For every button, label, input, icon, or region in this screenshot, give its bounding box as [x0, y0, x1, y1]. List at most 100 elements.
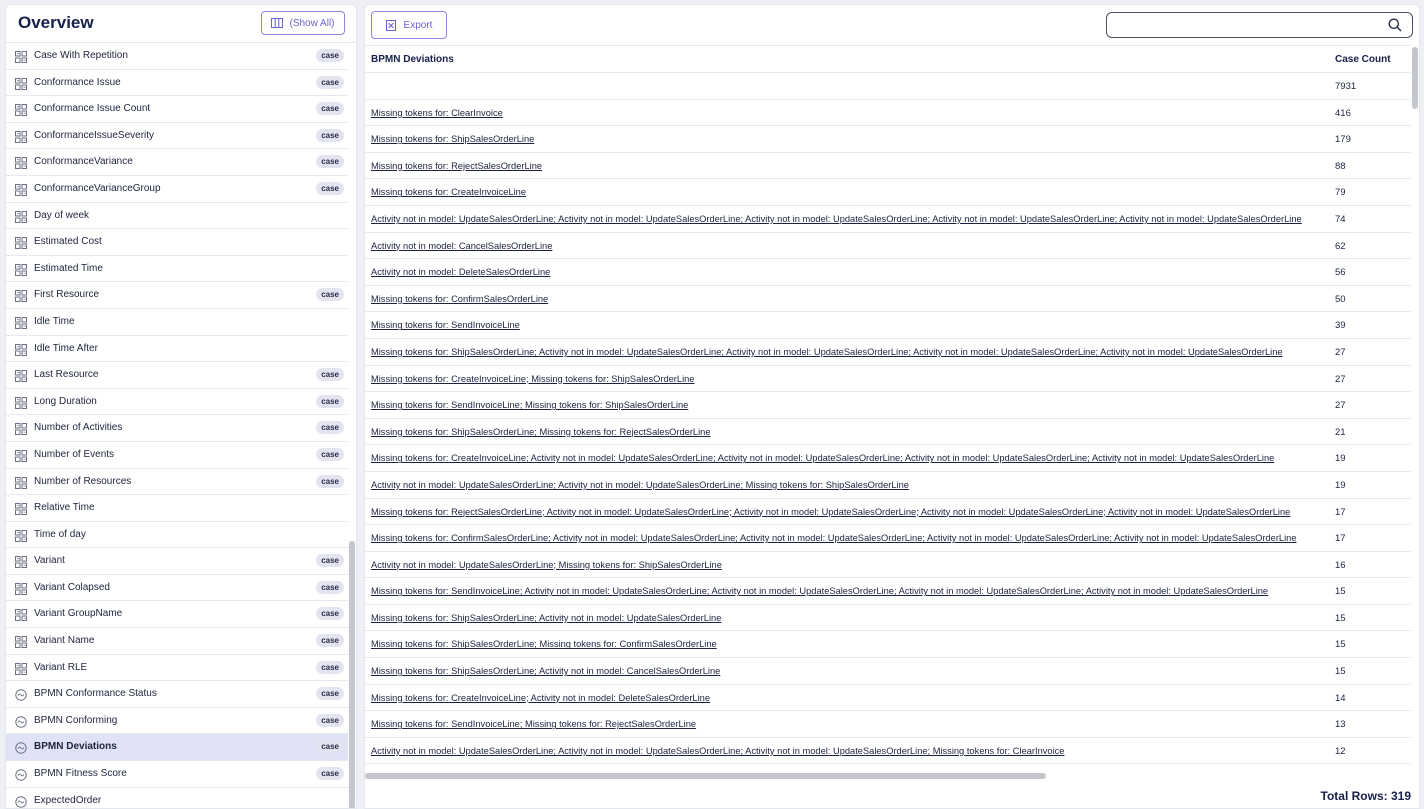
deviation-link[interactable]: Missing tokens for: CreateInvoiceLine; A…: [371, 693, 710, 703]
sidebar-item[interactable]: ConformanceVariance case: [6, 149, 348, 176]
table-row[interactable]: Missing tokens for: SendInvoiceLine; Mis…: [365, 711, 1411, 738]
table-row[interactable]: Activity not in model: UpdateSalesOrderL…: [365, 206, 1411, 233]
case-badge: case: [316, 767, 344, 781]
deviation-link[interactable]: Activity not in model: CancelSalesOrderL…: [371, 241, 552, 251]
deviation-link[interactable]: Missing tokens for: SendInvoiceLine: [371, 320, 520, 330]
sidebar-item[interactable]: ConformanceVarianceGroup case: [6, 176, 348, 203]
sidebar-item[interactable]: Day of week: [6, 203, 348, 230]
show-all-button[interactable]: (Show All): [261, 11, 345, 35]
table-row[interactable]: Missing tokens for: ShipSalesOrderLine; …: [365, 658, 1411, 685]
table-vertical-scrollbar[interactable]: [1412, 47, 1418, 109]
deviation-link[interactable]: Missing tokens for: ShipSalesOrderLine; …: [371, 666, 720, 676]
table-row[interactable]: Activity not in model: DeleteSalesOrderL…: [365, 259, 1411, 286]
deviation-link[interactable]: Missing tokens for: RejectSalesOrderLine: [371, 161, 542, 171]
deviation-link[interactable]: Missing tokens for: ConfirmSalesOrderLin…: [371, 294, 548, 304]
table-row[interactable]: Missing tokens for: ShipSalesOrderLine; …: [365, 339, 1411, 366]
case-count-cell: 62: [1335, 240, 1346, 252]
sidebar-item[interactable]: BPMN Conforming case: [6, 708, 348, 735]
column-header-case-count[interactable]: Case Count: [1335, 54, 1391, 65]
table-row[interactable]: 7931: [365, 73, 1411, 100]
sidebar-item[interactable]: Variant case: [6, 548, 348, 575]
sidebar-item[interactable]: Idle Time After: [6, 336, 348, 363]
table-row[interactable]: Missing tokens for: CreateInvoiceLine; A…: [365, 445, 1411, 472]
deviation-link[interactable]: Activity not in model: DeleteSalesOrderL…: [371, 267, 550, 277]
sidebar-item[interactable]: Conformance Issue Count case: [6, 96, 348, 123]
deviation-link[interactable]: Missing tokens for: ShipSalesOrderLine; …: [371, 427, 711, 437]
table-row[interactable]: Missing tokens for: RejectSalesOrderLine…: [365, 499, 1411, 526]
deviation-link[interactable]: Missing tokens for: ShipSalesOrderLine; …: [371, 639, 717, 649]
table-row[interactable]: Missing tokens for: CreateInvoiceLine; A…: [365, 685, 1411, 712]
deviation-link[interactable]: Missing tokens for: CreateInvoiceLine; M…: [371, 374, 694, 384]
deviation-link[interactable]: Activity not in model: UpdateSalesOrderL…: [371, 214, 1302, 224]
sidebar-item[interactable]: ConformanceIssueSeverity case: [6, 123, 348, 150]
deviation-link[interactable]: Missing tokens for: SendInvoiceLine; Mis…: [371, 719, 696, 729]
column-header-deviations[interactable]: BPMN Deviations: [371, 54, 454, 65]
sidebar-item[interactable]: Variant GroupName case: [6, 601, 348, 629]
case-count-cell: 16: [1335, 559, 1346, 571]
deviation-link[interactable]: Missing tokens for: ShipSalesOrderLine; …: [371, 613, 721, 623]
table-row[interactable]: Activity not in model: UpdateSalesOrderL…: [365, 738, 1411, 765]
deviation-link[interactable]: Missing tokens for: RejectSalesOrderLine…: [371, 507, 1290, 517]
table-row[interactable]: Missing tokens for: ClearInvoice 416: [365, 100, 1411, 127]
sidebar-item[interactable]: Time of day: [6, 522, 348, 549]
case-count-cell: 19: [1335, 479, 1346, 491]
search-icon[interactable]: [1388, 18, 1402, 32]
table-row[interactable]: Activity not in model: UpdateSalesOrderL…: [365, 472, 1411, 499]
sidebar-item[interactable]: Variant RLE case: [6, 655, 348, 682]
table-row[interactable]: Missing tokens for: ShipSalesOrderLine; …: [365, 605, 1411, 632]
sidebar-item[interactable]: Variant Name case: [6, 628, 348, 655]
table-row[interactable]: Missing tokens for: ConfirmSalesOrderLin…: [365, 286, 1411, 313]
export-button[interactable]: Export: [371, 11, 447, 39]
deviation-link[interactable]: Missing tokens for: CreateInvoiceLine; A…: [371, 453, 1274, 463]
sidebar-item[interactable]: Number of Activities case: [6, 415, 348, 442]
sidebar-item[interactable]: ExpectedOrder: [6, 788, 348, 808]
table-row[interactable]: Missing tokens for: SendInvoiceLine 39: [365, 312, 1411, 339]
deviation-link[interactable]: Missing tokens for: ShipSalesOrderLine; …: [371, 347, 1283, 357]
sidebar-item[interactable]: Estimated Cost: [6, 229, 348, 256]
sidebar-item[interactable]: Last Resource case: [6, 362, 348, 389]
search-box[interactable]: [1106, 12, 1413, 38]
sidebar-item[interactable]: BPMN Deviations case: [6, 734, 348, 762]
case-badge: case: [316, 474, 344, 488]
deviation-link[interactable]: Missing tokens for: SendInvoiceLine; Mis…: [371, 400, 688, 410]
sidebar-item[interactable]: Relative Time: [6, 495, 348, 522]
deviation-link[interactable]: Missing tokens for: ShipSalesOrderLine: [371, 134, 534, 144]
table-row[interactable]: Missing tokens for: ConfirmSalesOrderLin…: [365, 525, 1411, 552]
table-icon: [15, 316, 27, 329]
sidebar-item[interactable]: Conformance Issue case: [6, 70, 348, 97]
sidebar-item[interactable]: Variant Colapsed case: [6, 575, 348, 602]
sidebar-item[interactable]: BPMN Fitness Score case: [6, 761, 348, 788]
sidebar-item[interactable]: Case With Repetition case: [6, 43, 348, 70]
deviation-link[interactable]: Missing tokens for: CreateInvoiceLine: [371, 187, 526, 197]
sidebar-item[interactable]: First Resource case: [6, 282, 348, 309]
deviation-link[interactable]: Missing tokens for: SendInvoiceLine; Act…: [371, 586, 1268, 596]
sidebar-item-label: ExpectedOrder: [34, 794, 102, 806]
sidebar-item[interactable]: Number of Events case: [6, 442, 348, 469]
table-icon: [15, 236, 27, 250]
table-icon: [15, 156, 27, 170]
deviation-link[interactable]: Missing tokens for: ConfirmSalesOrderLin…: [371, 533, 1297, 543]
table-row[interactable]: Missing tokens for: ShipSalesOrderLine 17…: [365, 126, 1411, 153]
table-row[interactable]: Missing tokens for: CreateInvoiceLine 79: [365, 179, 1411, 206]
table-horizontal-scrollbar[interactable]: [365, 773, 1046, 779]
table-row[interactable]: Missing tokens for: ShipSalesOrderLine; …: [365, 419, 1411, 446]
sidebar-item[interactable]: Long Duration case: [6, 389, 348, 416]
table-row[interactable]: Activity not in model: UpdateSalesOrderL…: [365, 552, 1411, 579]
deviation-link[interactable]: Activity not in model: UpdateSalesOrderL…: [371, 560, 722, 570]
table-row[interactable]: Missing tokens for: SendInvoiceLine; Act…: [365, 578, 1411, 605]
sidebar-item[interactable]: Estimated Time: [6, 256, 348, 283]
sidebar-item-label: First Resource: [34, 289, 100, 301]
table-row[interactable]: Missing tokens for: RejectSalesOrderLine…: [365, 153, 1411, 180]
sidebar-item[interactable]: Number of Resources case: [6, 469, 348, 496]
sidebar-scrollbar[interactable]: [349, 541, 355, 808]
deviation-link[interactable]: Missing tokens for: ClearInvoice: [371, 108, 503, 118]
table-row[interactable]: Activity not in model: CancelSalesOrderL…: [365, 233, 1411, 260]
deviation-link[interactable]: Activity not in model: UpdateSalesOrderL…: [371, 746, 1064, 756]
table-row[interactable]: Missing tokens for: ShipSalesOrderLine; …: [365, 631, 1411, 659]
table-row[interactable]: Missing tokens for: SendInvoiceLine; Mis…: [365, 392, 1411, 419]
search-input[interactable]: [1115, 17, 1375, 33]
table-row[interactable]: Missing tokens for: CreateInvoiceLine; M…: [365, 366, 1411, 393]
sidebar-item[interactable]: Idle Time: [6, 309, 348, 336]
sidebar-item[interactable]: BPMN Conformance Status case: [6, 681, 348, 708]
deviation-link[interactable]: Activity not in model: UpdateSalesOrderL…: [371, 480, 909, 490]
